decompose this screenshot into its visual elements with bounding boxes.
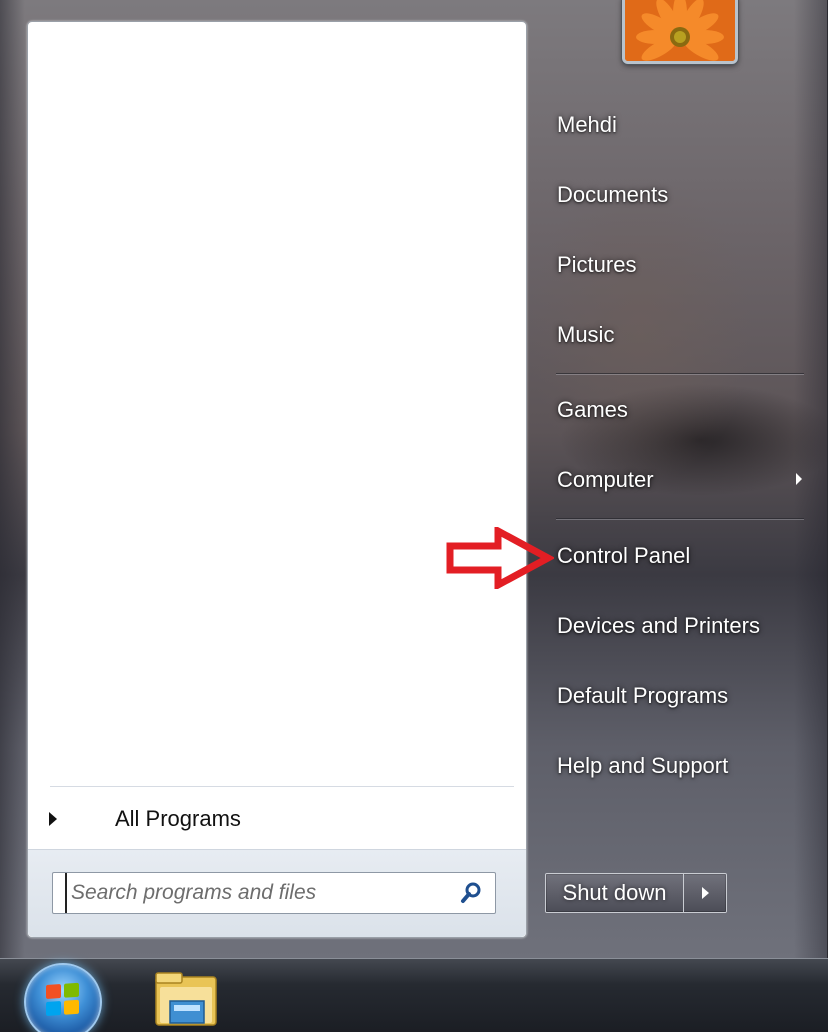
search-strip xyxy=(28,849,526,937)
shutdown-group: Shut down xyxy=(545,873,727,913)
chevron-right-icon xyxy=(701,887,709,899)
menu-item-label: Games xyxy=(557,397,628,422)
menu-item-label: Default Programs xyxy=(557,683,729,708)
user-picture[interactable] xyxy=(622,0,738,64)
shutdown-options-button[interactable] xyxy=(684,874,726,912)
windows-start-orb-icon[interactable] xyxy=(24,963,102,1032)
all-programs-label: All Programs xyxy=(115,806,241,831)
menu-item-label: Documents xyxy=(557,182,669,207)
chevron-right-icon xyxy=(796,473,802,485)
triangle-right-icon xyxy=(49,812,57,826)
menu-item-label: Computer xyxy=(557,467,654,492)
divider xyxy=(556,518,804,519)
menu-item-label: Control Panel xyxy=(557,543,691,568)
divider xyxy=(50,786,514,787)
menu-item-control-panel[interactable]: Control Panel xyxy=(540,533,810,579)
shutdown-label: Shut down xyxy=(562,880,667,905)
start-menu: All Programs Search programs and files M… xyxy=(0,0,828,958)
pinned-programs-area xyxy=(28,22,526,785)
taskbar xyxy=(0,958,828,1032)
shutdown-button[interactable]: Shut down xyxy=(546,874,684,912)
all-programs-button[interactable]: All Programs xyxy=(42,797,512,841)
menu-item-help-and-support[interactable]: Help and Support xyxy=(540,743,810,789)
left-pane: All Programs xyxy=(27,21,527,938)
menu-item-games[interactable]: Games xyxy=(540,387,810,433)
search-box[interactable] xyxy=(52,872,496,914)
search-icon[interactable] xyxy=(455,876,489,910)
menu-item-label: Mehdi xyxy=(557,112,617,137)
search-input[interactable] xyxy=(65,873,455,913)
menu-item-devices-and-printers[interactable]: Devices and Printers xyxy=(540,603,810,649)
menu-item-label: Music xyxy=(557,322,615,347)
menu-item-label: Help and Support xyxy=(557,753,729,778)
menu-item-music[interactable]: Music xyxy=(540,312,810,358)
menu-item-computer[interactable]: Computer xyxy=(540,457,810,503)
menu-item-user[interactable]: Mehdi xyxy=(540,102,810,148)
menu-item-label: Devices and Printers xyxy=(557,613,760,638)
menu-item-documents[interactable]: Documents xyxy=(540,172,810,218)
red-arrow-icon xyxy=(446,527,554,589)
divider xyxy=(556,373,804,374)
menu-item-pictures[interactable]: Pictures xyxy=(540,242,810,288)
menu-item-label: Pictures xyxy=(557,252,637,277)
windows-explorer-icon[interactable] xyxy=(150,967,224,1032)
flower-icon xyxy=(625,0,735,61)
menu-item-default-programs[interactable]: Default Programs xyxy=(540,673,810,719)
